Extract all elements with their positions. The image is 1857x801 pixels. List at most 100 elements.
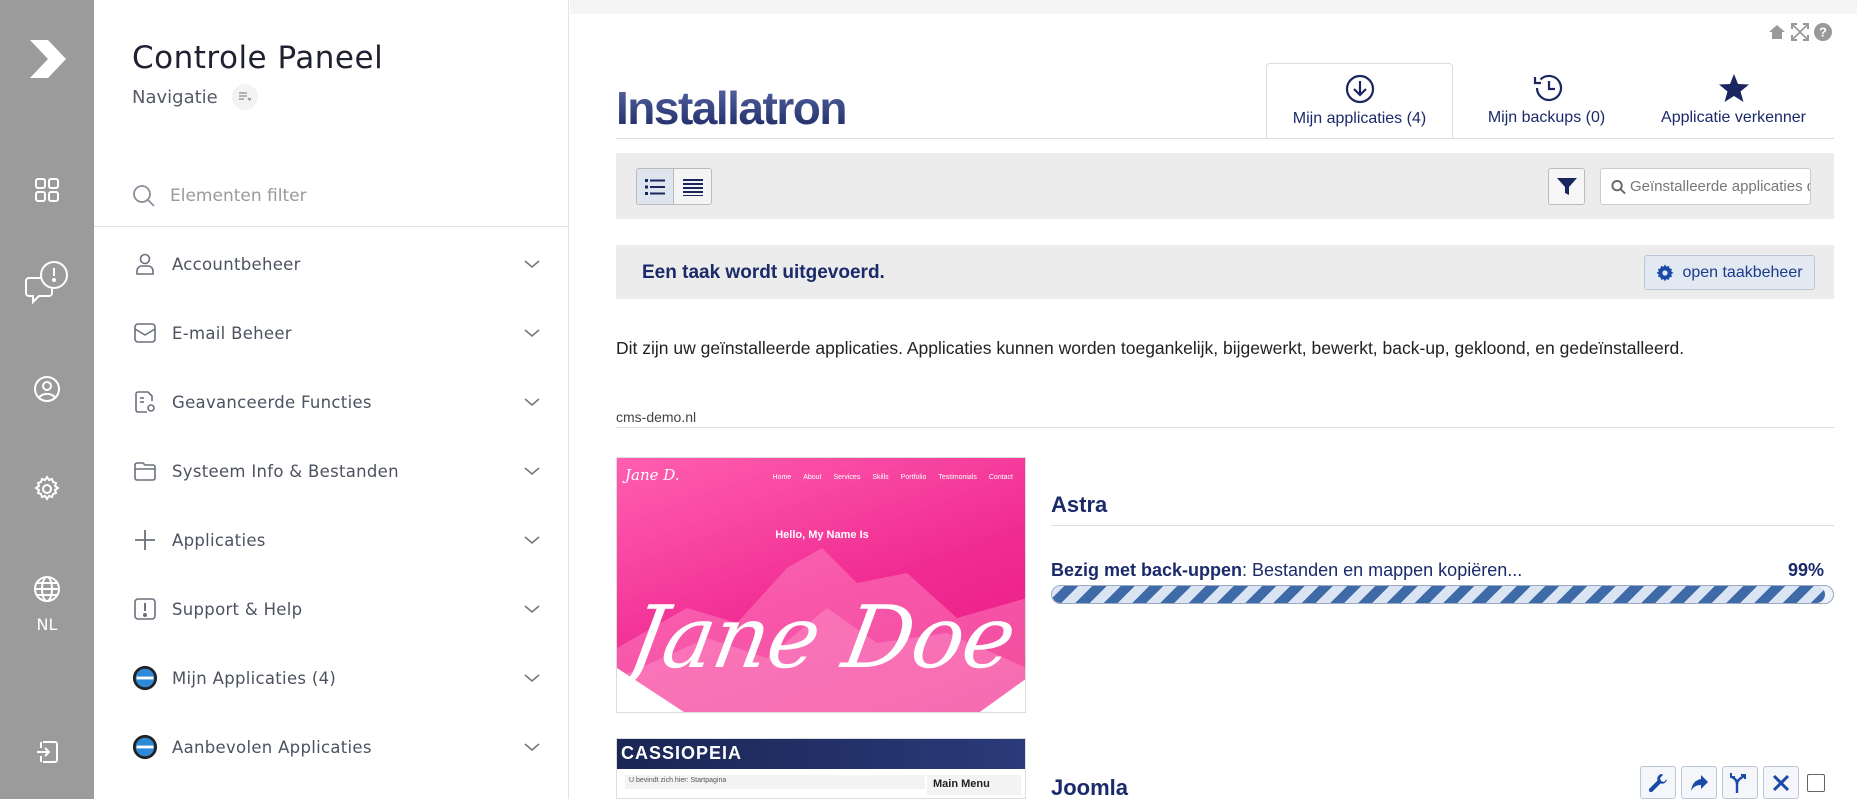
sidebar-item-applicaties[interactable]: Applicaties xyxy=(132,520,542,560)
help-icon[interactable]: ? xyxy=(1813,22,1833,42)
sidebar-item-label: Accountbeheer xyxy=(172,254,301,274)
thumb-header: CASSIOPEIA xyxy=(617,739,1025,769)
tab-label: Applicatie verkenner xyxy=(1661,109,1806,126)
logo-arrow-icon[interactable] xyxy=(0,36,94,82)
funnel-icon xyxy=(1556,177,1577,195)
edit-app-button[interactable] xyxy=(1640,766,1676,799)
thumb-nav-item: About xyxy=(803,474,822,481)
app-name[interactable]: Astra xyxy=(1051,492,1107,518)
list-compact-icon xyxy=(682,178,703,196)
star-icon xyxy=(1718,74,1749,102)
detailed-list-view-button[interactable] xyxy=(637,169,674,204)
thumb-nav-item: Portfolio xyxy=(900,474,927,481)
sidebar-item-advanced[interactable]: Geavanceerde Functies xyxy=(132,382,542,422)
chevron-down-icon[interactable] xyxy=(522,254,542,274)
element-filter xyxy=(132,178,532,214)
thumb-nav: Home About Services Skills Portfolio Tes… xyxy=(773,474,1014,481)
plus-icon xyxy=(132,527,158,553)
chevron-down-icon[interactable] xyxy=(522,323,542,343)
navigation-header: Navigatie xyxy=(132,84,258,110)
sidebar-item-my-apps[interactable]: Mijn Applicaties (4) xyxy=(132,658,542,698)
collapse-nav-icon[interactable] xyxy=(231,84,258,110)
thumb-breadcrumb: U bevindt zich hier: Startpagina xyxy=(625,775,925,789)
thumb-signature: Jane D. xyxy=(625,466,680,484)
filter-button[interactable] xyxy=(1548,168,1585,205)
thumb-main-menu: Main Menu xyxy=(927,775,1021,795)
svg-text:?: ? xyxy=(1819,25,1827,40)
chevron-down-icon[interactable] xyxy=(522,392,542,412)
app-divider xyxy=(1051,525,1834,526)
app-name[interactable]: Joomla xyxy=(1051,775,1128,801)
open-app-button[interactable] xyxy=(1681,766,1717,799)
sidebar-title: Controle Paneel xyxy=(132,40,384,76)
sidebar-item-label: Systeem Info & Bestanden xyxy=(172,461,399,481)
sidebar-item-system-info[interactable]: Systeem Info & Bestanden xyxy=(132,451,542,491)
thumb-nav-item: Contact xyxy=(988,474,1013,481)
chevron-down-icon[interactable] xyxy=(522,461,542,481)
icon-rail: NL xyxy=(0,0,94,799)
dashboard-grid-icon[interactable] xyxy=(0,177,94,203)
support-chat-alert-icon[interactable] xyxy=(0,258,94,304)
fullscreen-icon[interactable] xyxy=(1790,22,1810,42)
status-bold: Bezig met back-uppen xyxy=(1051,560,1243,580)
sidebar: Controle Paneel Navigatie Accountbeheer … xyxy=(94,0,569,799)
backup-progress-bar xyxy=(1051,585,1834,604)
download-circle-icon xyxy=(1345,74,1374,104)
close-icon xyxy=(1772,774,1790,791)
tab-underline xyxy=(616,138,1834,139)
element-filter-input[interactable] xyxy=(170,186,500,206)
progress-percent: 99% xyxy=(1788,560,1825,580)
language-label: NL xyxy=(36,615,58,634)
thumb-nav-item: Services xyxy=(833,474,861,481)
tab-my-applications[interactable]: Mijn applicaties (4) xyxy=(1266,63,1453,139)
navigation-label: Navigatie xyxy=(132,86,218,108)
thumb-big-name: Jane Doe xyxy=(621,588,1023,688)
home-icon[interactable] xyxy=(1767,22,1787,42)
sidebar-item-label: Applicaties xyxy=(172,530,266,550)
language-selector[interactable]: NL xyxy=(0,575,94,634)
installed-apps-search-input[interactable] xyxy=(1630,178,1810,195)
chevron-down-icon[interactable] xyxy=(522,668,542,688)
open-task-manager-button[interactable]: open taakbeheer xyxy=(1644,255,1815,290)
backup-status: Bezig met back-uppen: Bestanden en mappe… xyxy=(1051,560,1522,581)
chevron-down-icon[interactable] xyxy=(522,737,542,757)
uninstall-app-button[interactable] xyxy=(1763,766,1799,799)
progress-fill xyxy=(1052,586,1826,603)
thumb-nav-item: Home xyxy=(772,474,792,481)
domain-divider xyxy=(616,427,1834,428)
mail-icon xyxy=(132,320,158,346)
sidebar-item-label: Geavanceerde Functies xyxy=(172,392,372,412)
user-circle-icon[interactable] xyxy=(0,375,94,403)
tab-application-browser[interactable]: Applicatie verkenner xyxy=(1640,63,1827,139)
select-app-checkbox[interactable] xyxy=(1807,773,1825,792)
sidebar-item-accountbeheer[interactable]: Accountbeheer xyxy=(132,244,542,284)
tab-bar: Mijn applicaties (4) Mijn backups (0) Ap… xyxy=(1266,63,1827,139)
thumb-nav-item: Skills xyxy=(872,474,889,481)
advanced-settings-icon xyxy=(132,389,158,415)
tab-my-backups[interactable]: Mijn backups (0) xyxy=(1453,63,1640,139)
sidebar-item-email[interactable]: E-mail Beheer xyxy=(132,313,542,353)
installatron-logo: Installatron xyxy=(616,84,847,130)
compact-list-view-button[interactable] xyxy=(674,169,711,204)
chevron-down-icon[interactable] xyxy=(522,530,542,550)
sidebar-item-recommended-apps[interactable]: Aanbevolen Applicaties xyxy=(132,727,542,767)
top-strip xyxy=(570,0,1857,14)
installed-apps-search xyxy=(1600,168,1811,205)
search-icon xyxy=(1611,179,1626,194)
tab-label: Mijn backups (0) xyxy=(1487,109,1606,126)
gear-icon[interactable] xyxy=(0,475,94,503)
gear-icon xyxy=(1657,264,1674,281)
installatron-icon xyxy=(132,734,158,760)
chevron-down-icon[interactable] xyxy=(522,599,542,619)
thumb-nav-item: Testimonials xyxy=(938,474,977,481)
sidebar-item-support[interactable]: Support & Help xyxy=(132,589,542,629)
alert-icon xyxy=(132,596,158,622)
task-banner: Een taak wordt uitgevoerd. open taakbehe… xyxy=(616,245,1834,299)
astra-thumbnail[interactable]: Jane D. Home About Services Skills Portf… xyxy=(616,457,1026,713)
logout-icon[interactable] xyxy=(0,738,94,766)
domain-label: cms-demo.nl xyxy=(616,409,697,425)
joomla-thumbnail[interactable]: CASSIOPEIA U bevindt zich hier: Startpag… xyxy=(616,738,1026,799)
sidebar-item-label: Mijn Applicaties (4) xyxy=(172,668,337,688)
sidebar-item-label: Aanbevolen Applicaties xyxy=(172,737,372,757)
clone-app-button[interactable] xyxy=(1722,766,1758,799)
